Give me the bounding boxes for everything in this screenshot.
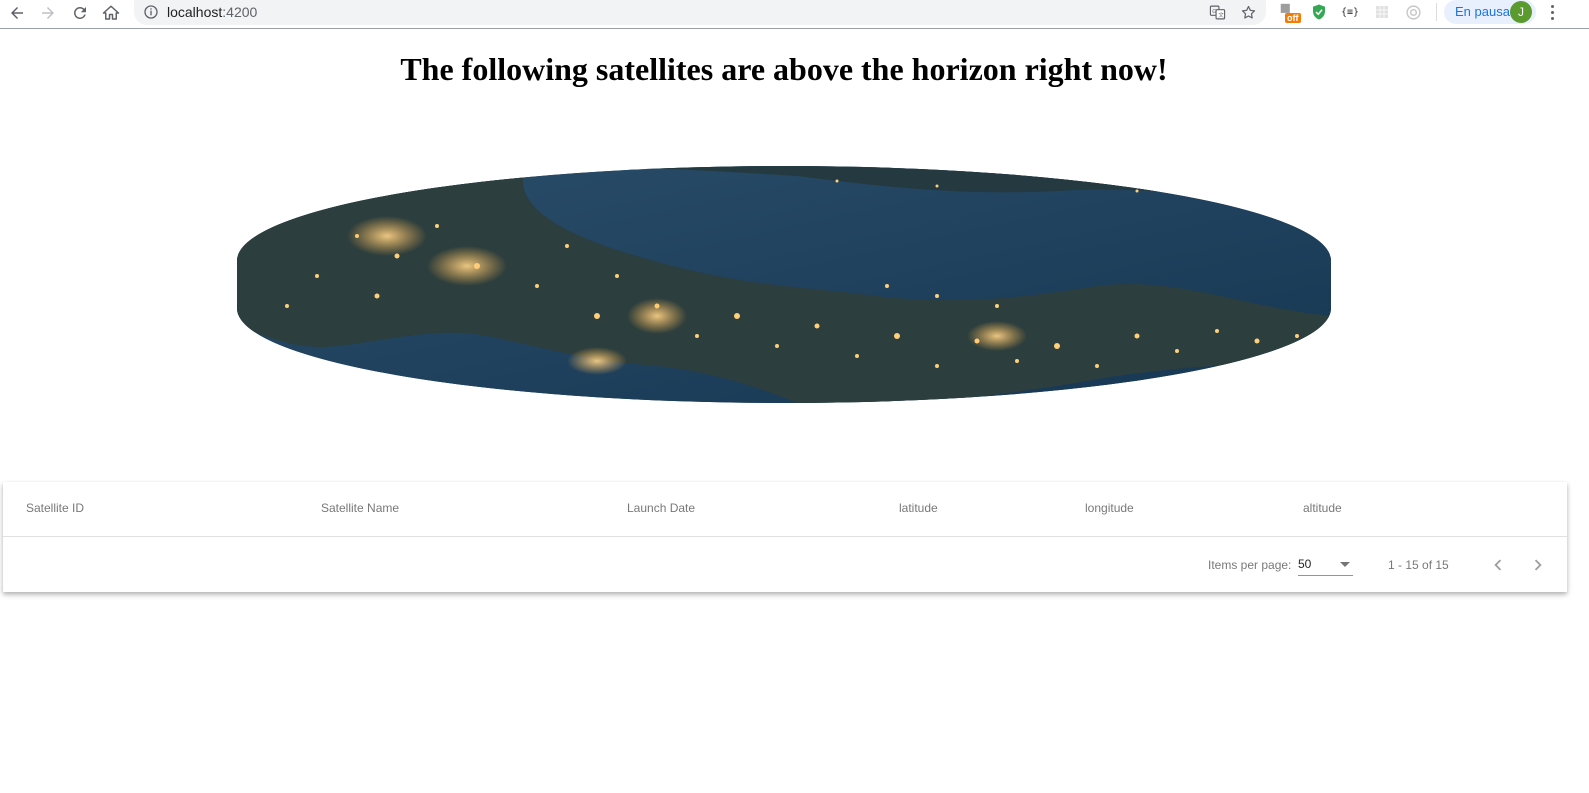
forward-icon: [42, 7, 54, 19]
shield-extension-button[interactable]: [1308, 2, 1330, 22]
shield-icon: [1313, 4, 1325, 20]
info-icon[interactable]: [143, 4, 159, 20]
avatar: J: [1510, 1, 1532, 23]
chevron-left-icon: [1494, 559, 1502, 571]
forward-button[interactable]: [35, 2, 61, 24]
translate-button[interactable]: G文: [1208, 3, 1226, 21]
reload-button[interactable]: [67, 2, 93, 24]
page-range-label: 1 - 15 of 15: [1388, 558, 1449, 572]
paginator: Items per page: 50 1 - 15 of 15: [3, 538, 1567, 592]
bookmark-star-button[interactable]: [1239, 3, 1257, 21]
column-header-satellite-id[interactable]: Satellite ID: [26, 501, 84, 515]
kebab-menu-icon[interactable]: [1545, 2, 1559, 22]
items-per-page-value: 50: [1298, 557, 1312, 571]
star-icon: [1241, 5, 1255, 19]
chevron-down-icon: [1340, 562, 1350, 567]
toolbar-separator: [1436, 3, 1437, 21]
svg-text:G: G: [1212, 9, 1216, 15]
items-per-page-label: Items per page:: [1208, 558, 1292, 572]
reload-icon: [73, 6, 86, 19]
target-icon: [1405, 4, 1421, 20]
browser-toolbar: localhost:4200 G文 off {≡} En pausa J: [0, 0, 1589, 29]
back-button[interactable]: [4, 2, 30, 24]
previous-page-button[interactable]: [1485, 552, 1511, 578]
satellite-table: Satellite ID Satellite Name Launch Date …: [3, 482, 1567, 592]
earth-night-image: [237, 166, 1331, 403]
extension-badge-button[interactable]: off: [1277, 2, 1301, 23]
column-header-satellite-name[interactable]: Satellite Name: [321, 501, 399, 515]
column-header-launch-date[interactable]: Launch Date: [627, 501, 695, 515]
url-host: localhost: [167, 4, 223, 20]
chevron-right-icon: [1534, 559, 1542, 571]
home-button[interactable]: [98, 2, 124, 24]
translate-icon: G文: [1209, 5, 1225, 19]
next-page-button[interactable]: [1525, 552, 1551, 578]
items-per-page-select[interactable]: 50: [1298, 552, 1353, 576]
url-port: :4200: [222, 4, 258, 20]
back-icon: [11, 7, 23, 19]
url-text[interactable]: localhost:4200: [167, 4, 257, 20]
json-extension-button[interactable]: {≡}: [1339, 2, 1361, 22]
braces-icon: {≡}: [1340, 6, 1360, 18]
target-extension-button[interactable]: [1402, 2, 1424, 22]
earth-night-image-graphic: [237, 166, 1331, 403]
column-header-altitude[interactable]: altitude: [1303, 501, 1342, 515]
column-header-latitude[interactable]: latitude: [899, 501, 938, 515]
profile-status: En pausa: [1455, 4, 1510, 19]
grid-icon: [1376, 6, 1388, 18]
home-icon: [102, 5, 120, 20]
grid-extension-button[interactable]: [1371, 2, 1393, 22]
profile-button[interactable]: En pausa J: [1444, 0, 1536, 24]
column-header-longitude[interactable]: longitude: [1085, 501, 1134, 515]
extension-off-badge: off: [1285, 13, 1301, 23]
table-header-row: Satellite ID Satellite Name Launch Date …: [3, 482, 1567, 537]
page-title: The following satellites are above the h…: [400, 51, 1168, 87]
address-bar[interactable]: localhost:4200 G文: [134, 0, 1266, 25]
